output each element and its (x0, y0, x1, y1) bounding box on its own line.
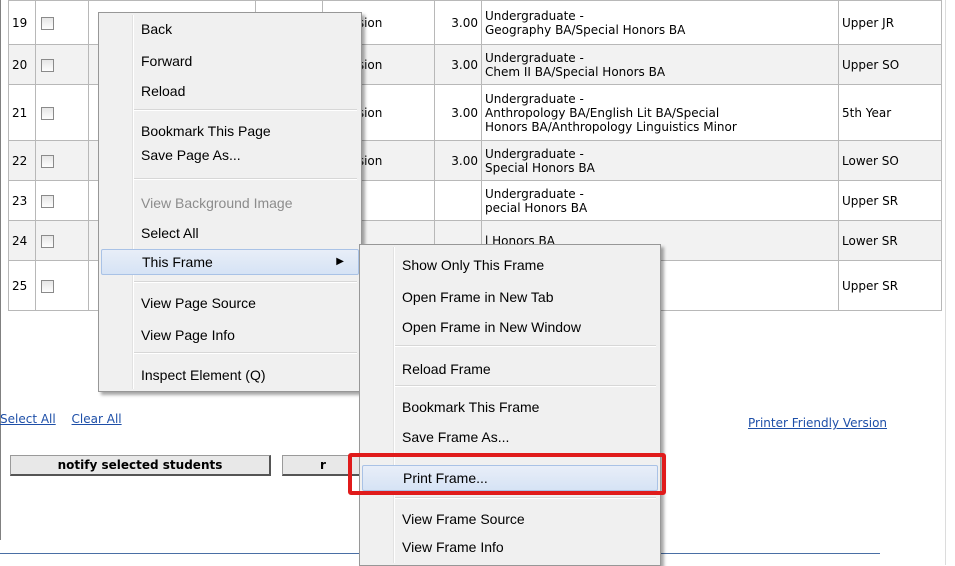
menu-separator (395, 497, 656, 499)
menu-item-bookmark-page[interactable]: Bookmark This Page (101, 119, 359, 143)
row-checkbox[interactable] (41, 154, 54, 168)
row-checkbox-cell (35, 260, 89, 311)
program-line: Undergraduate - (485, 8, 584, 23)
row-checkbox-cell (35, 220, 89, 261)
program-line: Chem II BA/Special Honors BA (485, 64, 666, 79)
row-checkbox[interactable] (41, 58, 54, 72)
program-line: Special Honors BA (485, 160, 595, 175)
highlight-box (348, 453, 666, 495)
row-number: 25 (8, 260, 36, 311)
submenu-item-reload-frame[interactable]: Reload Frame (362, 357, 658, 381)
menu-separator (395, 385, 656, 387)
program-line: Undergraduate - (485, 186, 584, 201)
row-checkbox[interactable] (41, 194, 54, 208)
row-checkbox-cell (35, 0, 89, 45)
row-checkbox-cell (35, 84, 89, 141)
level-cell: Upper SR (838, 180, 942, 221)
menu-item-view-page-source[interactable]: View Page Source (101, 291, 359, 315)
units-cell: 3.00 (434, 84, 482, 141)
row-number: 23 (8, 180, 36, 221)
row-number: 20 (8, 44, 36, 85)
menu-item-back[interactable]: Back (101, 17, 359, 41)
menu-separator (134, 281, 357, 283)
menu-item-save-page-as[interactable]: Save Page As... (101, 143, 359, 167)
level-cell: Lower SR (838, 220, 942, 261)
menu-separator (134, 178, 357, 180)
menu-separator (395, 345, 656, 347)
program-cell: Undergraduate - pecial Honors BA (481, 180, 839, 221)
menu-item-this-frame-label: This Frame (142, 254, 213, 270)
row-number: 22 (8, 140, 36, 181)
units-cell: 3.00 (434, 140, 482, 181)
menu-item-this-frame[interactable]: This Frame ▶ (101, 249, 359, 275)
row-checkbox[interactable] (41, 234, 54, 248)
submenu-item-view-frame-info[interactable]: View Frame Info (362, 535, 658, 559)
row-checkbox-cell (35, 180, 89, 221)
printer-friendly-link[interactable]: Printer Friendly Version (748, 416, 887, 430)
row-number: 24 (8, 220, 36, 261)
menu-item-view-background-image: View Background Image (141, 195, 293, 211)
frame-submenu: Show Only This Frame Open Frame in New T… (359, 244, 661, 566)
select-all-link[interactable]: Select All (0, 412, 56, 426)
context-menu: Back Forward Reload Bookmark This Page S… (98, 12, 362, 392)
menu-item-inspect-element[interactable]: Inspect Element (Q) (101, 363, 359, 387)
units-cell: 3.00 (434, 44, 482, 85)
program-line: Undergraduate - (485, 91, 584, 106)
units-cell (434, 180, 482, 221)
submenu-item-view-frame-source[interactable]: View Frame Source (362, 507, 658, 531)
row-number: 21 (8, 84, 36, 141)
row-checkbox-cell (35, 140, 89, 181)
submenu-item-open-frame-new-window[interactable]: Open Frame in New Window (362, 315, 658, 339)
program-cell: Undergraduate - Special Honors BA (481, 140, 839, 181)
submenu-item-open-frame-new-tab[interactable]: Open Frame in New Tab (362, 285, 658, 309)
program-line: Anthropology BA/English Lit BA/Special (485, 105, 720, 120)
program-line: Geography BA/Special Honors BA (485, 22, 686, 37)
row-number: 19 (8, 0, 36, 45)
submenu-item-save-frame-as[interactable]: Save Frame As... (362, 425, 658, 449)
level-cell: Upper SR (838, 260, 942, 311)
program-line: Undergraduate - (485, 146, 584, 161)
submenu-item-bookmark-frame[interactable]: Bookmark This Frame (362, 395, 658, 419)
row-checkbox[interactable] (41, 16, 54, 30)
program-line: pecial Honors BA (485, 200, 588, 215)
program-cell: Undergraduate - Chem II BA/Special Honors… (481, 44, 839, 85)
clear-all-link[interactable]: Clear All (72, 412, 122, 426)
menu-item-forward[interactable]: Forward (101, 49, 359, 73)
level-cell: 5th Year (838, 84, 942, 141)
menu-separator (134, 352, 357, 354)
submenu-item-show-only-this-frame[interactable]: Show Only This Frame (362, 253, 658, 277)
menu-item-select-all[interactable]: Select All (101, 221, 359, 245)
menu-item-view-page-info[interactable]: View Page Info (101, 323, 359, 347)
level-cell: Upper JR (838, 0, 942, 45)
program-cell: Undergraduate - Geography BA/Special Hono… (481, 0, 839, 45)
frame-border (0, 0, 1, 540)
frame-border (945, 0, 946, 565)
units-cell: 3.00 (434, 0, 482, 45)
menu-separator (134, 109, 357, 111)
select-links: Select All Clear All (0, 412, 122, 426)
triangle-right-icon: ▶ (336, 256, 344, 267)
row-checkbox[interactable] (41, 279, 54, 293)
program-line: Undergraduate - (485, 50, 584, 65)
menu-item-reload[interactable]: Reload (101, 79, 359, 103)
level-cell: Lower SO (838, 140, 942, 181)
program-cell: Undergraduate - Anthropology BA/English L… (481, 84, 839, 141)
program-line: Honors BA/Anthropology Linguistics Minor (485, 119, 737, 134)
row-checkbox[interactable] (41, 106, 54, 120)
level-cell: Upper SO (838, 44, 942, 85)
row-checkbox-cell (35, 44, 89, 85)
notify-selected-students-button[interactable]: notify selected students (10, 455, 271, 476)
